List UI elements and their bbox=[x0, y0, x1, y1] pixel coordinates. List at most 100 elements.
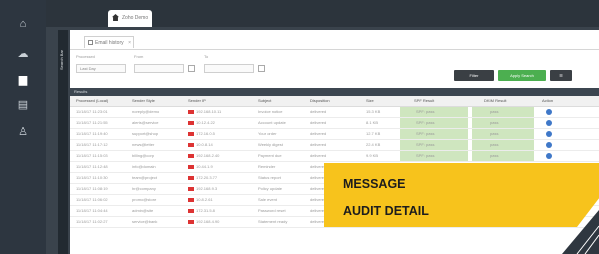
table-cell: Invoice notice bbox=[258, 109, 283, 114]
table-cell: hr@company bbox=[132, 186, 156, 191]
view-detail-icon[interactable] bbox=[546, 131, 552, 137]
calendar-icon[interactable] bbox=[258, 65, 265, 72]
filter-from-label: From bbox=[134, 54, 144, 59]
menu-button[interactable]: ☰ bbox=[550, 70, 572, 81]
to-date-field[interactable] bbox=[204, 64, 265, 73]
table-cell: 10.0.8.14 bbox=[196, 142, 213, 147]
table-cell: 11/18/17 11:19:40 bbox=[76, 131, 108, 136]
column-header[interactable]: SPF Result bbox=[414, 96, 434, 106]
table-cell: SPF: pass bbox=[416, 142, 435, 147]
search-bar-label: Search Bar bbox=[59, 50, 64, 71]
browser-tab[interactable]: Zoho Demo bbox=[108, 10, 152, 27]
view-detail-icon[interactable] bbox=[546, 109, 552, 115]
table-cell: 192.168.4.90 bbox=[196, 219, 220, 224]
table-cell: 8.1 KB bbox=[366, 120, 379, 125]
table-cell: 192.168.10.11 bbox=[196, 109, 222, 114]
table-cell: 11/18/17 11:04:44 bbox=[76, 208, 108, 213]
table-cell: Your order bbox=[258, 131, 277, 136]
callout-line-2: AUDIT DETAIL bbox=[343, 204, 429, 218]
table-cell: Password reset bbox=[258, 208, 286, 213]
table-cell: 12.7 KB bbox=[366, 131, 381, 136]
filter-button[interactable]: Filter bbox=[454, 70, 494, 81]
table-row[interactable]: 11/18/17 11:15:03 billing@corp 192.168.2.4… bbox=[70, 151, 599, 162]
table-cell: billing@corp bbox=[132, 153, 155, 158]
country-flag-icon bbox=[188, 121, 194, 125]
calendar-icon[interactable] bbox=[188, 65, 195, 72]
table-cell: 192.168.9.3 bbox=[196, 186, 218, 191]
screenshot-stage: ⌂ ☁ ▆ ▤ ♙ Zoho Demo Search Bar Email his… bbox=[0, 0, 599, 254]
column-header[interactable]: Processed (Local) bbox=[76, 96, 108, 106]
table-cell: 172.16.0.5 bbox=[196, 131, 215, 136]
tab-label: Email history bbox=[95, 40, 124, 46]
filter-processed-label: Processed bbox=[76, 54, 95, 59]
processed-select[interactable]: Last Day bbox=[76, 64, 126, 73]
table-cell: pass bbox=[490, 109, 499, 114]
column-header[interactable]: Sender Style bbox=[132, 96, 155, 106]
table-row[interactable]: 11/18/17 11:19:40 support@shop 172.16.0.5 Y… bbox=[70, 129, 599, 140]
tab-divider bbox=[70, 49, 599, 50]
table-cell: 172.20.3.77 bbox=[196, 175, 218, 180]
table-cell: 22.4 KB bbox=[366, 142, 381, 147]
table-cell: delivered bbox=[310, 131, 327, 136]
table-cell: Reminder bbox=[258, 164, 276, 169]
user-icon[interactable]: ♙ bbox=[16, 126, 30, 138]
table-cell: support@shop bbox=[132, 131, 159, 136]
table-cell: 9.9 KB bbox=[366, 153, 379, 158]
table-cell: 11/18/17 11:15:03 bbox=[76, 153, 108, 158]
view-detail-icon[interactable] bbox=[546, 120, 552, 126]
processed-select-value: Last Day bbox=[80, 66, 96, 71]
column-header[interactable]: Disposition bbox=[310, 96, 330, 106]
table-cell: 192.168.2.40 bbox=[196, 153, 220, 158]
table-cell: pass bbox=[490, 131, 499, 136]
column-header[interactable]: Sender IP bbox=[188, 96, 206, 106]
table-row[interactable]: 11/18/17 11:17:12 news@letter 10.0.8.14 Wee… bbox=[70, 140, 599, 151]
table-cell: Account update bbox=[258, 120, 286, 125]
apply-search-button[interactable]: Apply Search bbox=[498, 70, 546, 81]
view-detail-icon[interactable] bbox=[546, 142, 552, 148]
table-cell: info@domain bbox=[132, 164, 156, 169]
table-cell: pass bbox=[490, 153, 499, 158]
close-icon[interactable]: × bbox=[128, 37, 131, 49]
table-cell: pass bbox=[490, 120, 499, 125]
table-cell: SPF: pass bbox=[416, 120, 435, 125]
table-cell: team@project bbox=[132, 175, 157, 180]
tab-email-history[interactable]: Email history × bbox=[84, 36, 134, 48]
report-icon[interactable]: ▤ bbox=[16, 99, 30, 111]
column-header[interactable]: DKIM Result bbox=[484, 96, 506, 106]
table-cell: Status report bbox=[258, 175, 281, 180]
table-cell: noreply@demo bbox=[132, 109, 160, 114]
country-flag-icon bbox=[188, 165, 194, 169]
table-cell: 11/18/17 11:12:48 bbox=[76, 164, 108, 169]
country-flag-icon bbox=[188, 176, 194, 180]
column-header[interactable]: Size bbox=[366, 96, 374, 106]
table-cell: 172.31.5.8 bbox=[196, 208, 215, 213]
table-row[interactable]: 11/18/17 11:21:55 alerts@service 10.12.4.2… bbox=[70, 118, 599, 129]
table-cell: delivered bbox=[310, 109, 327, 114]
table-cell: 11/18/17 11:17:12 bbox=[76, 142, 108, 147]
column-header[interactable]: Action bbox=[542, 96, 553, 106]
table-row[interactable]: 11/18/17 11:23:01 noreply@demo 192.168.10.… bbox=[70, 107, 599, 118]
home-icon[interactable]: ⌂ bbox=[16, 18, 30, 30]
browser-tab-title: Zoho Demo bbox=[122, 15, 149, 21]
browser-tab-bar: Zoho Demo bbox=[46, 0, 599, 27]
country-flag-icon bbox=[188, 110, 194, 114]
filter-to-label: To bbox=[204, 54, 209, 59]
tab-window-icon bbox=[88, 40, 93, 45]
view-detail-icon[interactable] bbox=[546, 153, 552, 159]
cloud-icon[interactable]: ☁ bbox=[16, 48, 30, 60]
table-cell: Statement ready bbox=[258, 219, 288, 224]
table-cell: 10.8.2.61 bbox=[196, 197, 213, 202]
message-audit-callout: MESSAGE AUDIT DETAIL bbox=[324, 163, 599, 227]
country-flag-icon bbox=[188, 187, 194, 191]
country-flag-icon bbox=[188, 143, 194, 147]
country-flag-icon bbox=[188, 209, 194, 213]
from-date-field[interactable] bbox=[134, 64, 195, 73]
table-cell: SPF: pass bbox=[416, 109, 435, 114]
country-flag-icon bbox=[188, 132, 194, 136]
table-cell: alerts@service bbox=[132, 120, 159, 125]
dashboard-icon[interactable]: ▆ bbox=[16, 74, 30, 86]
column-header[interactable]: Subject bbox=[258, 96, 271, 106]
table-cell: 11/18/17 11:06:02 bbox=[76, 197, 108, 202]
table-cell: pass bbox=[490, 142, 499, 147]
table-cell: promo@store bbox=[132, 197, 157, 202]
